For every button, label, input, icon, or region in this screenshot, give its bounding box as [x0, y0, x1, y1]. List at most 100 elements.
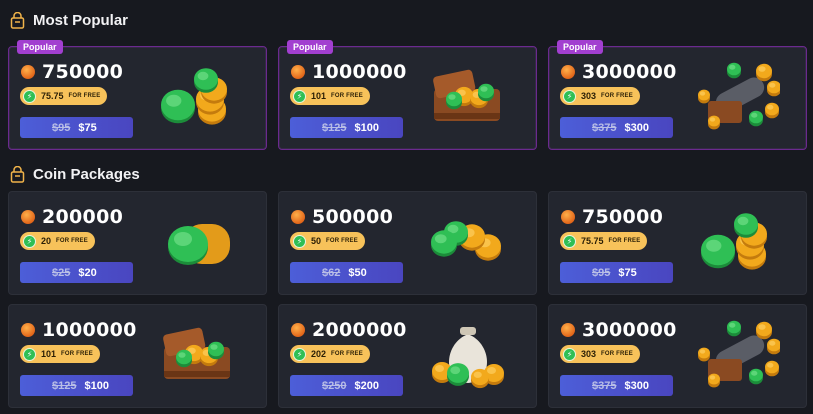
old-price: $62 [322, 266, 341, 279]
bonus-coin-icon: ⚡ [563, 347, 576, 361]
coin-roll-icon [168, 224, 230, 265]
coin-amount-row: 750000 [21, 61, 123, 83]
old-price: $125 [322, 121, 347, 134]
free-bonus-label: FOR FREE [331, 93, 363, 99]
package-card[interactable]: 500000 ⚡ 50 FOR FREE $62 $50 [278, 191, 537, 295]
coin-icon [291, 65, 305, 79]
coin-amount-row: 3000000 [561, 319, 677, 341]
new-price: $20 [78, 266, 97, 279]
package-card[interactable]: Popular 3000000 ⚡ 303 FOR FREE $375 $300 [548, 40, 807, 150]
coin-amount: 750000 [582, 206, 664, 228]
popular-badge: Popular [17, 40, 63, 54]
free-bonus-label: FOR FREE [326, 238, 358, 244]
cannon-icon [698, 62, 780, 130]
buy-button[interactable]: $375 $300 [560, 117, 673, 138]
popular-grid: Popular 750000 ⚡ 75.75 FOR FREE $95 $75 [8, 40, 807, 150]
new-price: $300 [624, 121, 649, 134]
cannon-icon [698, 320, 780, 388]
treasure-chest-icon [433, 69, 500, 121]
coin-icon [291, 210, 305, 224]
coin-icon [291, 323, 305, 337]
package-card[interactable]: 750000 ⚡ 75.75 FOR FREE $95 $75 [548, 191, 807, 295]
free-bonus-value: 20 [41, 236, 52, 246]
old-price: $25 [52, 266, 71, 279]
coin-pile-icon [431, 221, 501, 261]
buy-button[interactable]: $95 $75 [560, 262, 673, 283]
shopping-bag-icon [10, 12, 25, 29]
old-price: $250 [322, 379, 347, 392]
free-bonus-pill: ⚡ 50 FOR FREE [290, 232, 365, 250]
coin-icon [561, 323, 575, 337]
coin-amount: 200000 [42, 206, 124, 228]
coin-amount-row: 3000000 [561, 61, 677, 83]
free-bonus-value: 50 [311, 236, 322, 246]
buy-button[interactable]: $125 $100 [20, 375, 133, 396]
buy-button[interactable]: $62 $50 [290, 262, 403, 283]
popular-badge: Popular [557, 40, 603, 54]
new-price: $200 [354, 379, 379, 392]
bonus-coin-icon: ⚡ [293, 234, 306, 248]
coin-amount: 3000000 [582, 319, 677, 341]
free-bonus-label: FOR FREE [68, 93, 101, 99]
bonus-coin-icon: ⚡ [23, 347, 36, 361]
coin-amount: 750000 [42, 61, 124, 83]
bonus-coin-icon: ⚡ [563, 234, 576, 248]
bonus-coin-icon: ⚡ [293, 89, 306, 103]
buy-button[interactable]: $250 $200 [290, 375, 403, 396]
coin-amount-row: 500000 [291, 206, 393, 228]
most-popular-header: Most Popular [10, 12, 128, 29]
buy-button[interactable]: $95 $75 [20, 117, 133, 138]
treasure-chest-icon [163, 327, 230, 379]
package-card[interactable]: Popular 1000000 ⚡ 101 FOR FREE $125 $100 [278, 40, 537, 150]
free-bonus-pill: ⚡ 101 FOR FREE [290, 87, 370, 105]
coin-stack-icon [701, 213, 767, 270]
old-price: $375 [592, 121, 617, 134]
old-price: $95 [52, 121, 71, 134]
package-card[interactable]: 200000 ⚡ 20 FOR FREE $25 $20 [8, 191, 267, 295]
free-bonus-label: FOR FREE [608, 238, 641, 244]
free-bonus-value: 303 [581, 349, 597, 359]
coin-icon [561, 65, 575, 79]
coin-amount-row: 1000000 [291, 61, 407, 83]
coin-amount-row: 1000000 [21, 319, 137, 341]
coin-icon [21, 65, 35, 79]
buy-button[interactable]: $125 $100 [290, 117, 403, 138]
buy-button[interactable]: $375 $300 [560, 375, 673, 396]
coin-amount-row: 750000 [561, 206, 663, 228]
free-bonus-value: 75.75 [41, 91, 64, 101]
coin-icon [21, 323, 35, 337]
free-bonus-pill: ⚡ 101 FOR FREE [20, 345, 100, 363]
new-price: $300 [624, 379, 649, 392]
shopping-bag-icon [10, 166, 25, 183]
old-price: $375 [592, 379, 617, 392]
coin-icon [21, 210, 35, 224]
package-card[interactable]: 3000000 ⚡ 303 FOR FREE $375 $300 [548, 304, 807, 408]
buy-button[interactable]: $25 $20 [20, 262, 133, 283]
coin-amount-row: 2000000 [291, 319, 407, 341]
free-bonus-pill: ⚡ 75.75 FOR FREE [20, 87, 108, 105]
new-price: $100 [354, 121, 379, 134]
free-bonus-pill: ⚡ 202 FOR FREE [290, 345, 370, 363]
package-card[interactable]: 2000000 ⚡ 202 FOR FREE $250 $200 [278, 304, 537, 408]
packages-grid: 200000 ⚡ 20 FOR FREE $25 $20 500000 ⚡ 50… [8, 191, 807, 408]
package-card[interactable]: 1000000 ⚡ 101 FOR FREE $125 $100 [8, 304, 267, 408]
coin-amount-row: 200000 [21, 206, 123, 228]
bonus-coin-icon: ⚡ [293, 347, 306, 361]
free-bonus-pill: ⚡ 303 FOR FREE [560, 345, 640, 363]
section-title: Most Popular [33, 12, 129, 29]
money-bag-icon [432, 327, 504, 389]
free-bonus-pill: ⚡ 20 FOR FREE [20, 232, 95, 250]
free-bonus-label: FOR FREE [61, 351, 93, 357]
new-price: $50 [348, 266, 367, 279]
new-price: $100 [84, 379, 109, 392]
bonus-coin-icon: ⚡ [23, 234, 36, 248]
coin-amount: 3000000 [582, 61, 677, 83]
free-bonus-value: 101 [41, 349, 57, 359]
new-price: $75 [78, 121, 97, 134]
free-bonus-label: FOR FREE [56, 238, 88, 244]
free-bonus-label: FOR FREE [601, 93, 633, 99]
coin-amount: 1000000 [312, 61, 407, 83]
old-price: $125 [52, 379, 77, 392]
coin-amount: 1000000 [42, 319, 137, 341]
package-card[interactable]: Popular 750000 ⚡ 75.75 FOR FREE $95 $75 [8, 40, 267, 150]
